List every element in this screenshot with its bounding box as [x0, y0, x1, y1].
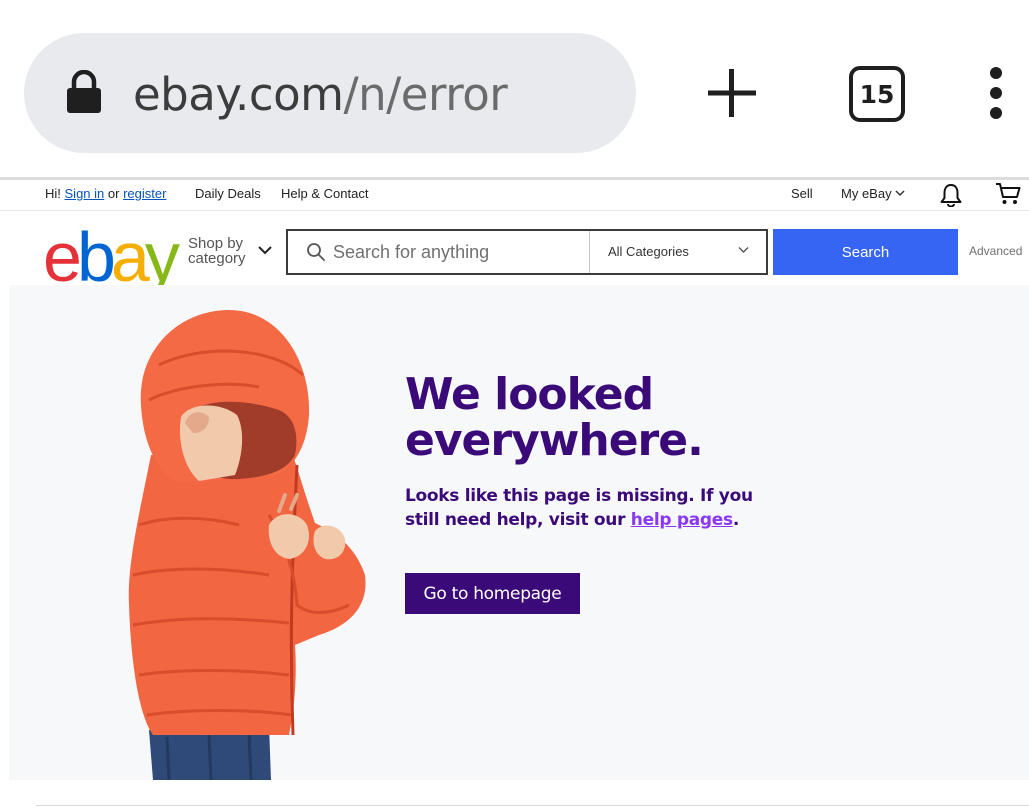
go-to-homepage-button[interactable]: Go to homepage: [405, 573, 580, 614]
or-text: or: [107, 186, 120, 201]
nav-divider: [0, 210, 1029, 211]
logo-letter-y: y: [144, 218, 180, 296]
headline-line1: We looked: [405, 369, 654, 420]
more-options-icon[interactable]: [984, 66, 1008, 120]
bell-icon[interactable]: [940, 183, 962, 207]
chevron-down-icon: [895, 190, 905, 197]
my-ebay-label: My eBay: [841, 186, 892, 201]
error-message: Looks like this page is missing. If you …: [405, 484, 765, 532]
greeting-text: Hi!: [45, 186, 61, 201]
address-text[interactable]: ebay.com/n/error: [133, 68, 508, 121]
help-pages-link[interactable]: help pages: [631, 510, 733, 530]
greeting: Hi! Sign in or register: [45, 186, 166, 201]
category-label: category: [188, 250, 246, 267]
browser-toolbar: ebay.com/n/error 15: [0, 0, 1029, 178]
logo-letter-a: a: [110, 218, 150, 296]
footer-divider: [36, 805, 1029, 806]
url-domain: ebay.com: [133, 68, 344, 121]
category-divider: [589, 231, 590, 273]
chevron-down-icon: [258, 246, 272, 255]
tab-count: 15: [859, 79, 895, 109]
sign-in-link[interactable]: Sign in: [65, 186, 105, 201]
chevron-down-icon[interactable]: [738, 246, 749, 254]
sell-link[interactable]: Sell: [791, 186, 813, 201]
url-path: /n/error: [343, 68, 508, 121]
my-ebay-menu[interactable]: My eBay: [841, 186, 905, 201]
child-in-orange-jacket-image: [128, 310, 366, 780]
new-tab-plus-icon[interactable]: [706, 67, 758, 119]
cart-icon[interactable]: [995, 182, 1021, 206]
global-header-nav: Hi! Sign in or register Daily Deals Help…: [0, 180, 1029, 210]
ebay-logo[interactable]: ebay: [43, 222, 180, 292]
logo-letter-b: b: [76, 218, 116, 296]
help-contact-link[interactable]: Help & Contact: [281, 186, 368, 201]
search-button[interactable]: Search: [773, 229, 958, 275]
daily-deals-link[interactable]: Daily Deals: [195, 186, 261, 201]
search-icon: [307, 243, 325, 261]
error-headline: We looked everywhere.: [405, 372, 925, 464]
shop-by-category-button[interactable]: Shop by category: [188, 236, 246, 266]
advanced-search-link[interactable]: Advanced: [969, 244, 1022, 258]
shop-by-label: Shop by: [188, 235, 244, 252]
lock-icon[interactable]: [66, 70, 102, 114]
error-hero-section: [9, 285, 1029, 780]
register-link[interactable]: register: [123, 186, 166, 201]
headline-line2: everywhere.: [405, 415, 704, 466]
tab-switcher-icon[interactable]: 15: [849, 66, 905, 122]
category-select[interactable]: All Categories: [608, 244, 689, 259]
search-input[interactable]: [333, 238, 583, 266]
error-message-end: .: [732, 510, 739, 530]
logo-letter-e: e: [43, 218, 82, 296]
